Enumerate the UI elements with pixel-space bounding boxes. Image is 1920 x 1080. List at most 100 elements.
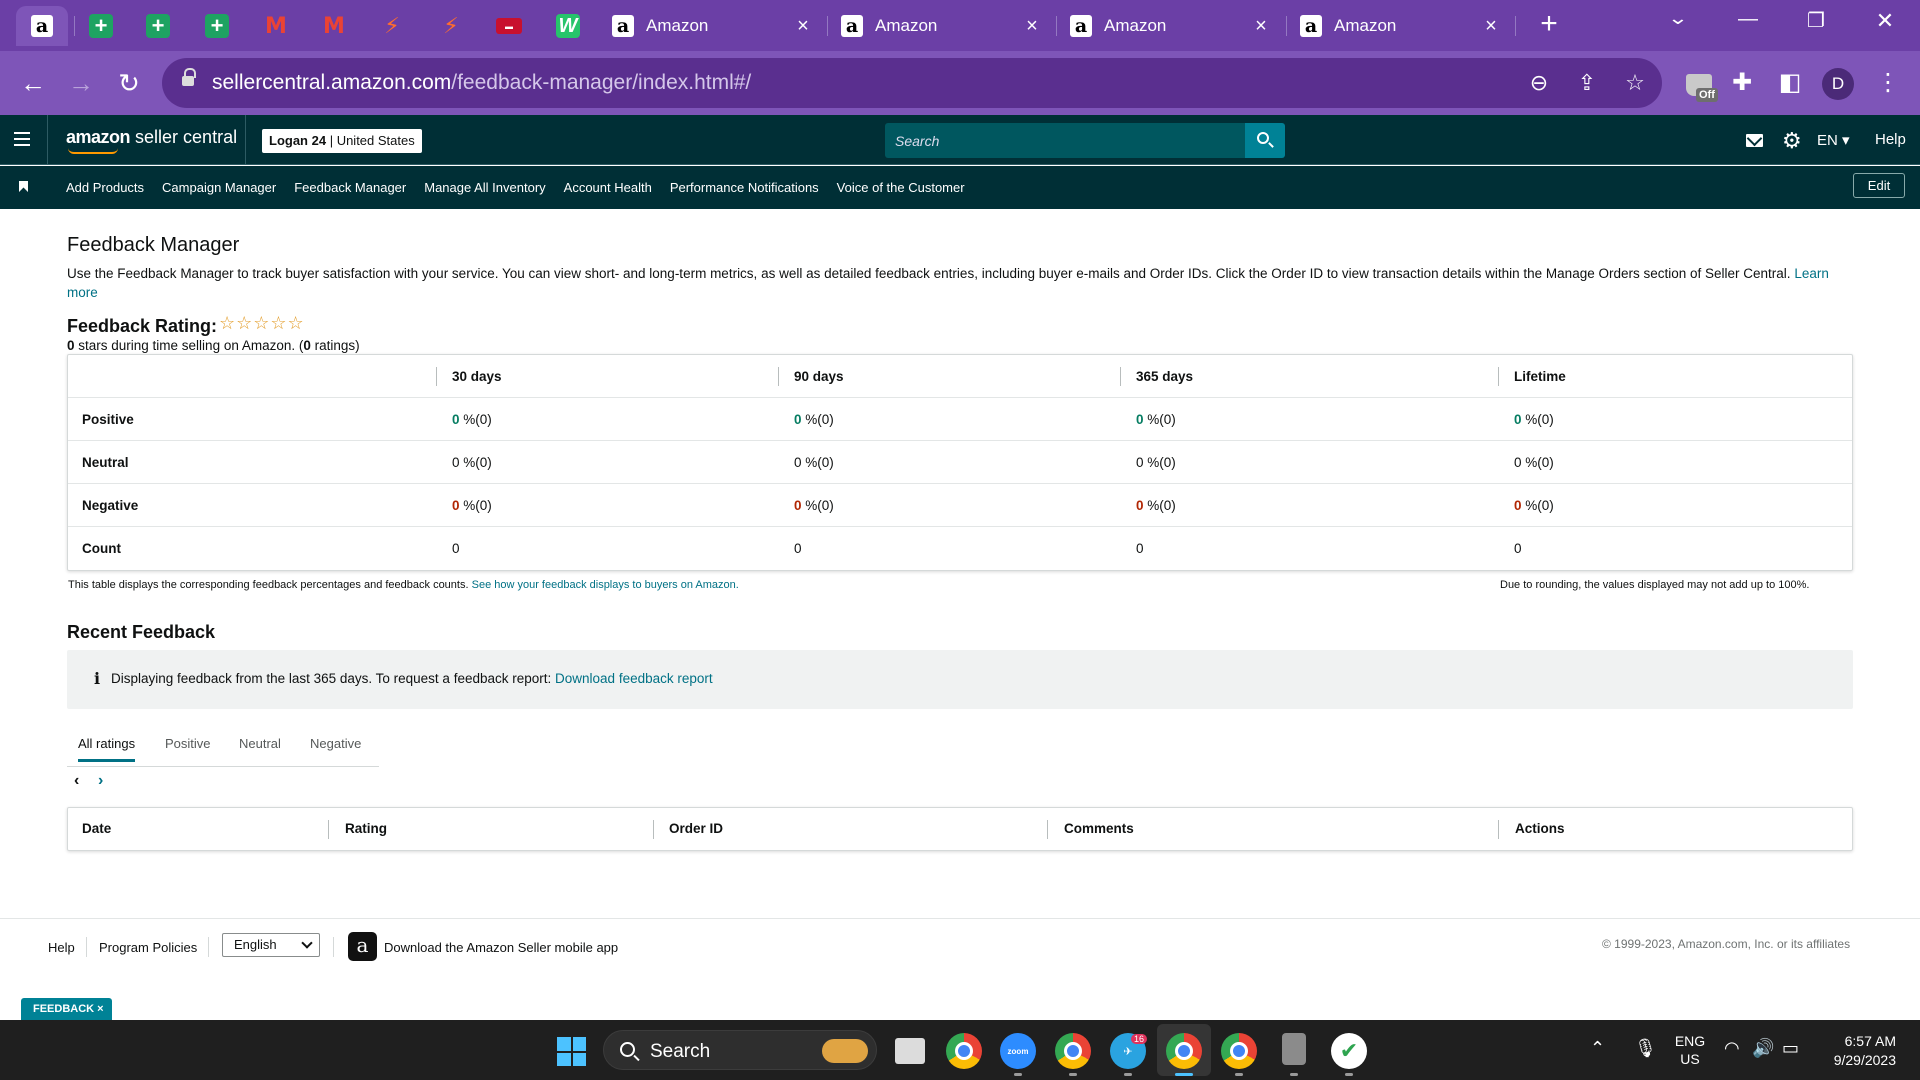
tab-neutral[interactable]: Neutral [239, 736, 281, 759]
extension-off-icon[interactable]: Off [1684, 70, 1720, 104]
reload-button[interactable]: ↻ [112, 66, 146, 100]
search-input[interactable] [885, 123, 1245, 158]
task-view-icon[interactable] [895, 1038, 925, 1064]
chrome-profile-icon[interactable] [1055, 1033, 1091, 1069]
tab-amazon-4[interactable]: a Amazon × [1288, 6, 1513, 46]
browser-menu-icon[interactable]: ⋮ [1871, 66, 1905, 100]
input-language[interactable]: ENG US [1672, 1032, 1708, 1068]
seller-central-header: amazon seller central Logan 24 | United … [0, 115, 1920, 165]
nav-add-products[interactable]: Add Products [66, 180, 144, 195]
footer-divider [86, 937, 87, 957]
feedback-display-link[interactable]: See how your feedback displays to buyers… [472, 579, 739, 591]
pinned-tab-sheets-2[interactable]: + [132, 6, 184, 46]
minimize-button[interactable]: — [1728, 8, 1768, 31]
feedback-widget-tab[interactable]: FEEDBACK × [21, 998, 112, 1020]
pinned-tab-app-2[interactable]: ⚡ [425, 6, 477, 46]
tab-positive[interactable]: Positive [165, 736, 211, 759]
pinned-tab-amazon[interactable]: a [16, 6, 68, 46]
forward-button[interactable]: → [64, 66, 98, 100]
pinned-tab-app-1[interactable]: ⚡ [366, 6, 418, 46]
pinned-tab-sheets-1[interactable]: + [75, 6, 127, 46]
windows-start-icon[interactable] [557, 1037, 586, 1066]
help-link[interactable]: Help [1875, 131, 1906, 148]
volume-icon[interactable]: 🔊 [1752, 1038, 1774, 1059]
search-button[interactable] [1245, 123, 1285, 158]
negative-value: 0 [1136, 498, 1144, 513]
download-report-link[interactable]: Download feedback report [555, 671, 713, 686]
table-cell: 0 %(0) [1136, 398, 1176, 441]
search-icon [1257, 132, 1269, 144]
url-host: sellercentral.amazon.com [212, 71, 452, 94]
positive-value: 0 [1136, 412, 1144, 427]
microphone-icon[interactable]: 🎙 [1634, 1038, 1657, 1059]
sheets-icon: + [205, 13, 229, 38]
url-text[interactable]: sellercentral.amazon.com/feedback-manage… [212, 71, 751, 95]
language-selector[interactable]: EN ▾ [1817, 131, 1850, 149]
wifi-icon[interactable]: ◠ [1724, 1038, 1740, 1059]
nav-performance-notifications[interactable]: Performance Notifications [670, 180, 819, 195]
seller-central-logo[interactable]: amazon seller central [66, 127, 237, 154]
tab-amazon-2[interactable]: a Amazon × [829, 6, 1054, 46]
amazon-app-icon[interactable]: a [348, 932, 377, 961]
profile-avatar[interactable]: D [1822, 68, 1854, 100]
edit-nav-button[interactable]: Edit [1853, 173, 1905, 198]
tab-close-icon[interactable]: × [1251, 15, 1271, 38]
tray-chevron-up-icon[interactable]: ⌃ [1590, 1038, 1605, 1059]
w-app-icon: W [556, 14, 580, 38]
taskbar-search[interactable]: Search [603, 1030, 877, 1070]
mail-icon[interactable] [1746, 134, 1763, 147]
nav-manage-all-inventory[interactable]: Manage All Inventory [424, 180, 545, 195]
extensions-puzzle-icon[interactable]: ✚ [1725, 66, 1759, 100]
nav-voice-of-the-customer[interactable]: Voice of the Customer [837, 180, 965, 195]
account-switcher[interactable]: Logan 24 | United States [262, 129, 422, 153]
side-panel-icon[interactable]: ◧ [1773, 66, 1807, 100]
close-window-button[interactable]: ✕ [1865, 8, 1905, 34]
info-text: Displaying feedback from the last 365 da… [111, 671, 552, 686]
footer-help-link[interactable]: Help [48, 940, 75, 955]
zoom-icon[interactable]: zoom [1000, 1033, 1036, 1069]
pinned-tab-gmail-2[interactable]: M [308, 6, 360, 46]
footer-program-policies-link[interactable]: Program Policies [99, 940, 197, 955]
pinned-tab-sheets-3[interactable]: + [191, 6, 243, 46]
tab-amazon-1[interactable]: a Amazon × [600, 6, 825, 46]
nav-campaign-manager[interactable]: Campaign Manager [162, 180, 276, 195]
tab-search-chevron-icon[interactable]: ⌄ [1650, 8, 1706, 29]
tab-title: Amazon [1104, 16, 1167, 35]
battery-icon[interactable]: ▭ [1782, 1038, 1799, 1059]
tab-close-icon[interactable]: × [1022, 15, 1042, 38]
tab-close-icon[interactable]: × [793, 15, 813, 38]
share-icon[interactable]: ⇪ [1574, 70, 1600, 96]
next-page-chevron-icon[interactable]: › [98, 772, 103, 790]
bookmark-star-icon[interactable]: ☆ [1622, 70, 1648, 96]
tab-all-ratings[interactable]: All ratings [78, 736, 136, 762]
system-clock[interactable]: 6:57 AM 9/29/2023 [1804, 1032, 1896, 1070]
zoom-icon[interactable]: ⊖ [1526, 70, 1552, 96]
tab-amazon-3[interactable]: a Amazon × [1058, 6, 1283, 46]
pinned-tab-red-app[interactable]: ▬ [483, 6, 535, 46]
address-bar[interactable]: sellercentral.amazon.com/feedback-manage… [162, 58, 1662, 108]
tab-negative[interactable]: Negative [310, 736, 361, 759]
lock-icon [182, 68, 196, 88]
download-app-link[interactable]: Download the Amazon Seller mobile app [384, 940, 618, 955]
footer-language-select[interactable]: English [222, 933, 320, 957]
hamburger-menu-icon[interactable] [14, 132, 30, 146]
new-tab-button[interactable]: + [1534, 9, 1564, 40]
chrome-active-icon[interactable] [1166, 1033, 1202, 1069]
nav-account-health[interactable]: Account Health [564, 180, 652, 195]
pinned-tab-gmail-1[interactable]: M [250, 6, 302, 46]
nav-feedback-manager[interactable]: Feedback Manager [294, 180, 406, 195]
restore-button[interactable]: ❐ [1796, 8, 1836, 33]
percent-value: %(0) [1143, 498, 1176, 513]
prev-page-chevron-icon[interactable]: ‹ [74, 772, 79, 790]
column-divider [1498, 820, 1499, 839]
bookmark-nav-bar: Add Products Campaign Manager Feedback M… [0, 166, 1920, 209]
chrome-icon[interactable] [946, 1033, 982, 1069]
back-button[interactable]: ← [16, 66, 50, 100]
settings-gear-icon[interactable]: ⚙ [1782, 128, 1802, 154]
pinned-tab-w-app[interactable]: W [542, 6, 594, 46]
tab-close-icon[interactable]: × [1481, 15, 1501, 38]
chrome-profile-2-icon[interactable] [1221, 1033, 1257, 1069]
bookmark-icon[interactable] [19, 181, 28, 193]
calculator-icon[interactable] [1282, 1033, 1306, 1065]
task-app-icon[interactable]: ✔ [1331, 1033, 1367, 1069]
